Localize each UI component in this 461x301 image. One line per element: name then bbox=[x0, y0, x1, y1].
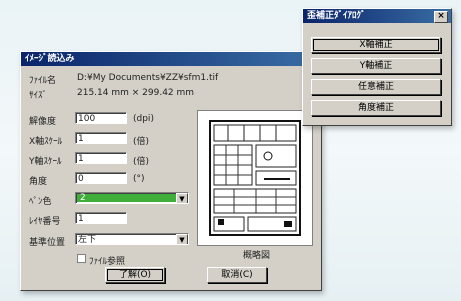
size-value: 215.14 mm × 299.42 mm bbox=[77, 88, 195, 98]
y-scale-unit: (倍) bbox=[133, 157, 150, 167]
x-scale-label: X軸ｽｹｰﾙ bbox=[29, 137, 63, 147]
size-label: ｻｲｽﾞ bbox=[29, 91, 48, 101]
basepoint-select[interactable]: 左下 ▼ bbox=[75, 233, 189, 245]
x-scale-input[interactable]: 1 bbox=[75, 132, 127, 144]
cancel-button[interactable]: 取消(C) bbox=[207, 267, 267, 283]
angle-correction-button[interactable]: 角度補正 bbox=[311, 100, 441, 116]
ok-button[interactable]: 了解(O) bbox=[105, 267, 165, 283]
color-value: 2 bbox=[80, 193, 86, 203]
y-scale-input[interactable]: 1 bbox=[75, 152, 127, 164]
pen-color-label: ﾍﾟﾝ色 bbox=[29, 197, 52, 207]
angle-label: 角度 bbox=[29, 177, 48, 187]
angle-unit: (°) bbox=[133, 174, 145, 184]
basepoint-label: 基準位置 bbox=[29, 238, 66, 248]
x-scale-unit: (倍) bbox=[133, 137, 150, 147]
resolution-unit: (dpi) bbox=[133, 114, 154, 124]
close-icon[interactable]: × bbox=[434, 11, 448, 23]
layer-input[interactable]: 1 bbox=[75, 212, 127, 224]
chevron-down-icon[interactable]: ▼ bbox=[176, 234, 188, 244]
resolution-label: 解像度 bbox=[29, 117, 57, 127]
preview-image bbox=[197, 110, 313, 246]
y-axis-correction-button[interactable]: Y軸補正 bbox=[311, 58, 441, 74]
angle-input[interactable]: 0 bbox=[75, 172, 127, 184]
color-swatch bbox=[77, 194, 176, 202]
basepoint-value: 左下 bbox=[78, 235, 97, 245]
pen-color-select[interactable]: 2 ▼ bbox=[75, 192, 189, 204]
file-ref-checkbox[interactable] bbox=[77, 254, 86, 263]
arbitrary-correction-button[interactable]: 任意補正 bbox=[311, 79, 441, 95]
dialog-titlebar[interactable]: ｲﾒｰｼﾞ読込み bbox=[21, 52, 321, 66]
file-name-label: ﾌｧｲﾙ名 bbox=[29, 76, 57, 86]
floorplan-preview-icon bbox=[209, 120, 301, 236]
y-scale-label: Y軸ｽｹｰﾙ bbox=[29, 157, 62, 167]
file-ref-label: ﾌｧｲﾙ参照 bbox=[89, 257, 126, 267]
correction-titlebar[interactable]: 歪補正ﾀﾞｲｱﾛｸﾞ × bbox=[303, 9, 451, 23]
x-axis-correction-button[interactable]: X軸補正 bbox=[311, 37, 441, 53]
preview-caption: 概略図 bbox=[243, 251, 271, 261]
layer-label: ﾚｲﾔ番号 bbox=[29, 217, 61, 227]
file-name-value: D:¥My Documents¥ZZ¥sfm1.tif bbox=[77, 73, 219, 83]
resolution-input[interactable]: 100 bbox=[75, 112, 127, 124]
image-load-dialog: ｲﾒｰｼﾞ読込み ﾌｧｲﾙ名 D:¥My Documents¥ZZ¥sfm1.t… bbox=[20, 51, 322, 291]
correction-title: 歪補正ﾀﾞｲｱﾛｸﾞ bbox=[307, 11, 366, 21]
correction-dialog: 歪補正ﾀﾞｲｱﾛｸﾞ × X軸補正 Y軸補正 任意補正 角度補正 bbox=[302, 8, 452, 126]
chevron-down-icon[interactable]: ▼ bbox=[176, 193, 188, 203]
dialog-title: ｲﾒｰｼﾞ読込み bbox=[25, 54, 75, 64]
